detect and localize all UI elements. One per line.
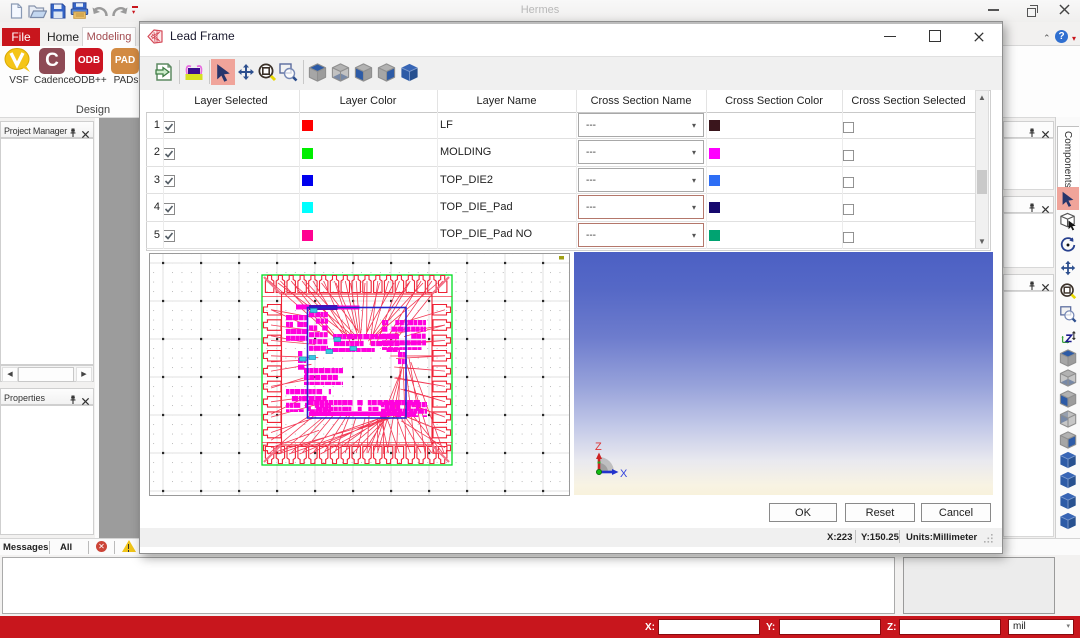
svg-text:Z: Z bbox=[595, 441, 602, 453]
svg-text:X: X bbox=[620, 468, 628, 480]
